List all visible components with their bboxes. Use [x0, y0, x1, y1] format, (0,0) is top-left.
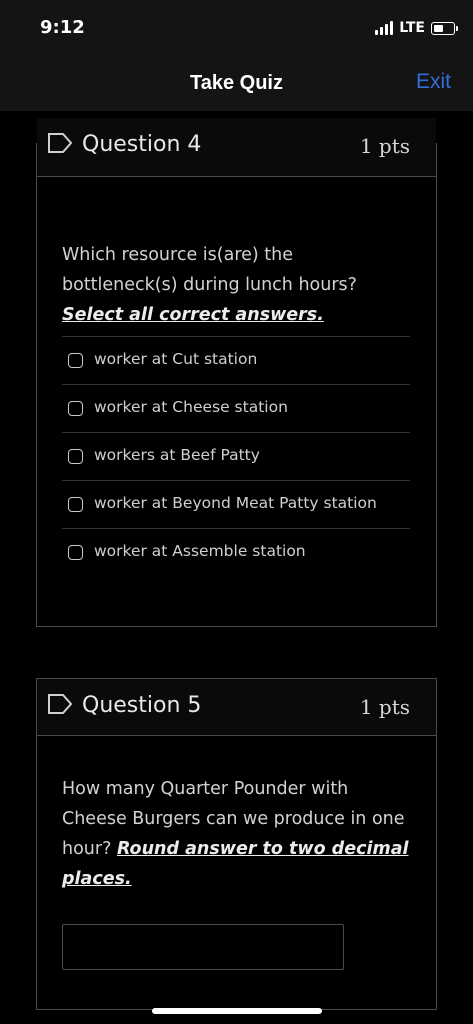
answer-option[interactable]: worker at Cheese station [62, 384, 410, 432]
home-indicator[interactable] [152, 1008, 322, 1014]
question-5-points: 1 pts [359, 695, 410, 719]
question-4-points: 1 pts [359, 134, 410, 158]
status-indicators: LTE [375, 20, 458, 36]
quiz-content[interactable]: Question 4 1 pts Which resource is(are) … [0, 111, 473, 1024]
flag-icon[interactable] [47, 132, 73, 154]
question-4-card: Question 4 1 pts Which resource is(are) … [36, 118, 437, 627]
status-bar: 9:12 LTE [0, 0, 473, 56]
question-4-prompt: Which resource is(are) the bottleneck(s)… [62, 245, 357, 295]
answer-label: worker at Beyond Meat Patty station [94, 494, 377, 512]
page-title: Take Quiz [190, 72, 283, 94]
checkbox[interactable] [68, 401, 83, 416]
question-5-card: Question 5 1 pts How many Quarter Pounde… [36, 678, 437, 1010]
question-4-answers: worker at Cut station worker at Cheese s… [62, 336, 410, 576]
answer-label: worker at Cheese station [94, 398, 288, 416]
exit-button[interactable]: Exit [416, 70, 451, 94]
question-4-instruction: Select all correct answers. [62, 305, 324, 325]
question-5-header: Question 5 1 pts [37, 679, 436, 736]
question-5-text: How many Quarter Pounder with Cheese Bur… [62, 774, 412, 894]
answer-label: worker at Assemble station [94, 542, 306, 560]
answer-option[interactable]: workers at Beef Patty [62, 432, 410, 480]
question-5-instruction: Round answer to two decimal places. [62, 839, 409, 889]
question-4-title: Question 4 [82, 132, 202, 157]
status-time: 9:12 [40, 17, 85, 38]
answer-option[interactable]: worker at Beyond Meat Patty station [62, 480, 410, 528]
flag-icon[interactable] [47, 693, 73, 715]
battery-icon [431, 21, 458, 35]
question-4-header: Question 4 1 pts [37, 118, 436, 177]
answer-option[interactable]: worker at Cut station [62, 336, 410, 384]
answer-label: worker at Cut station [94, 350, 258, 368]
answer-label: workers at Beef Patty [94, 446, 260, 464]
answer-input[interactable] [62, 924, 344, 970]
question-4-text: Which resource is(are) the bottleneck(s)… [62, 240, 412, 330]
question-5-title: Question 5 [82, 693, 202, 718]
network-label: LTE [399, 20, 425, 36]
checkbox[interactable] [68, 545, 83, 560]
checkbox[interactable] [68, 497, 83, 512]
checkbox[interactable] [68, 449, 83, 464]
nav-bar: Take Quiz Exit [0, 56, 473, 111]
answer-option[interactable]: worker at Assemble station [62, 528, 410, 576]
signal-icon [375, 21, 394, 35]
checkbox[interactable] [68, 353, 83, 368]
